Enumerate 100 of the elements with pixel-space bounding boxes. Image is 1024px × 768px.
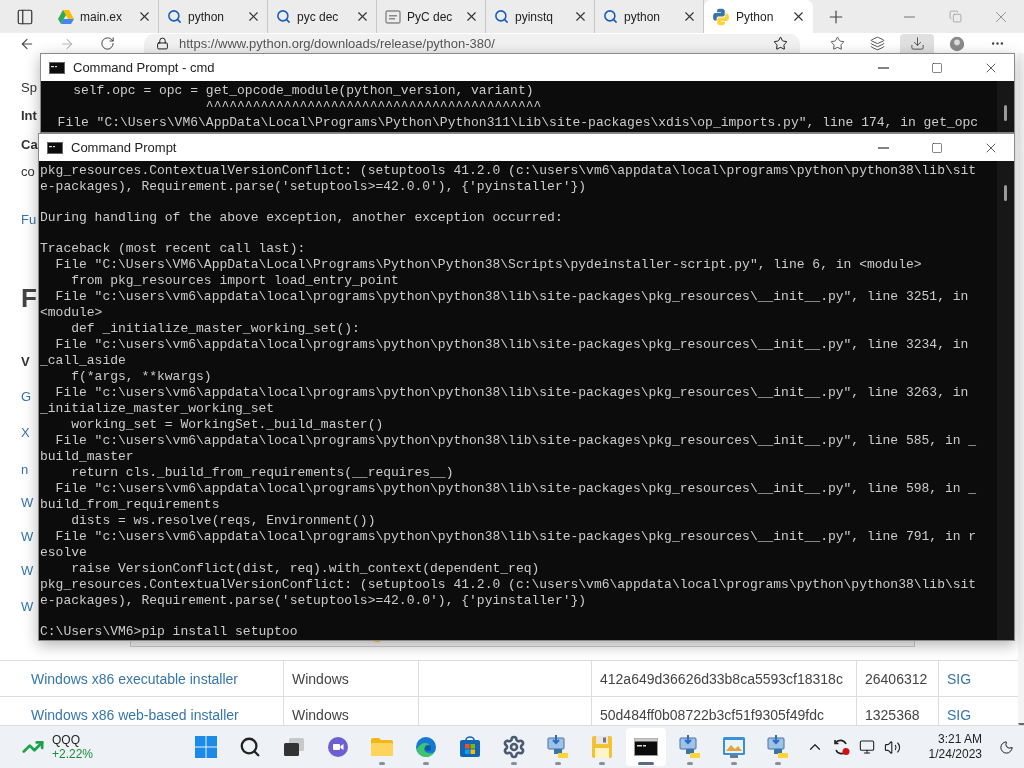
close-icon[interactable]: [464, 9, 479, 24]
star-icon: [829, 36, 845, 51]
page-text: Int: [21, 107, 37, 125]
console-line: raise VersionConflict(dist, req).with_context(dependent_req): [70, 561, 541, 577]
console-line: build_master: [40, 449, 135, 465]
console-line: File "c:\users\vm6\appdata\local\programs\python\python38\lib\site-packages\pkg_resources\__init__.py", line 585, in _: [54, 433, 978, 449]
console-line: pkg_resources.ContextualVersionConflict: (setuptools 41.2.0 (c:\users\vm6\appdata\local\programs\python\python38\lib\sit: [40, 577, 978, 593]
window-title: Command Prompt - cmd: [73, 60, 216, 75]
console-line: build_from_requirements: [40, 497, 221, 513]
taskbar-button[interactable]: [626, 728, 666, 766]
store-icon: [459, 736, 481, 758]
document-icon: [385, 8, 401, 25]
console-line: ^^^^^^^^^^^^^^^^^^^^^^^^^^^^^^^^^^^^^^^^^^^: [204, 99, 543, 115]
console-line: _call_aside: [40, 353, 127, 369]
search-icon: [494, 9, 509, 24]
console-line: from pkg_resources import load_entry_point: [70, 273, 400, 289]
link[interactable]: X: [21, 423, 30, 443]
address-bar[interactable]: https://www.python.org/downloads/release/python-380/: [144, 34, 800, 53]
heading: F: [21, 282, 37, 315]
download-link[interactable]: Windows x86 executable installer: [0, 661, 283, 696]
console-line: return cls._build_from_requirements(__requires__): [70, 465, 455, 481]
console-line: File "c:\users\vm6\appdata\local\programs\python\python38\lib\site-packages\pkg_resources\__init__.py", line 598, in _: [54, 481, 978, 497]
restore-icon: [948, 10, 962, 23]
task-view-icon: [283, 737, 305, 757]
stock-change: +2.22%: [52, 747, 94, 761]
console-line: e-packages), Requirement.parse('setuptools>=42.0.0'), {'pyinstaller'}): [40, 179, 588, 195]
table-cell: Windows: [283, 661, 418, 696]
console-line: pkg_resources.ContextualVersionConflict: (setuptools 41.2.0 (c:\users\vm6\appdata\local\programs\python\python38\lib\sit: [40, 163, 978, 179]
link[interactable]: W: [21, 561, 34, 581]
panel-icon: [16, 7, 34, 26]
terminal-icon: [49, 61, 65, 74]
search-icon: [167, 9, 182, 24]
installer-icon: [546, 735, 570, 759]
link[interactable]: Fu: [21, 210, 37, 230]
console-line: <module>: [40, 305, 104, 321]
window-title: Command Prompt: [71, 140, 178, 155]
console-line: dists = ws.resolve(reqs, Environment()): [70, 513, 377, 529]
download-link[interactable]: Windows x86 web-based installer: [0, 697, 283, 725]
collections-icon: [869, 36, 885, 51]
sync-icon: [831, 738, 850, 756]
table-cell: 26406312: [856, 661, 938, 696]
downloads-button[interactable]: [900, 34, 934, 53]
close-icon[interactable]: [682, 9, 697, 24]
search-icon: [239, 736, 261, 758]
search-icon: [276, 9, 291, 24]
console-line: Traceback (most recent call last):: [40, 241, 307, 257]
scrollbar[interactable]: [997, 161, 1014, 640]
page-text: Ca: [21, 136, 38, 154]
drive-icon: [58, 9, 74, 24]
windows-logo-icon: [195, 736, 217, 758]
video-chat-icon: [327, 736, 349, 758]
scrollbar[interactable]: [997, 81, 1014, 132]
minimize-icon: [903, 15, 915, 18]
page-text: co: [21, 163, 35, 181]
console-line: _initialize_master_working_set: [40, 401, 276, 417]
gear-icon: [502, 735, 526, 759]
installer-icon: [766, 735, 790, 759]
console-line: File "c:\users\vm6\appdata\local\programs\python\python38\lib\site-packages\pkg_resources\__init__.py", line 3234, in: [54, 337, 970, 353]
link[interactable]: G: [21, 387, 32, 407]
chart-window-icon: [722, 736, 746, 758]
lock-icon: [156, 37, 169, 50]
terminal-icon: [47, 141, 63, 154]
console-line: esolve: [40, 545, 88, 561]
close-icon[interactable]: [573, 9, 588, 24]
avatar-icon: [949, 35, 965, 52]
console-line: f(*args, **kwargs): [70, 369, 213, 385]
refresh-icon: [99, 36, 115, 51]
favorite-icon[interactable]: [773, 36, 788, 51]
maximize-icon: [931, 61, 943, 74]
download-icon: [909, 36, 925, 51]
link[interactable]: n: [21, 460, 29, 480]
clock[interactable]: 3:21 AM 1/24/2023: [928, 732, 982, 762]
console-line: C:\Users\VM6>pip install setuptoo: [40, 624, 299, 640]
page-text: Sp: [21, 79, 37, 97]
minimize-icon: [877, 66, 889, 69]
minimize-icon: [877, 146, 889, 149]
link[interactable]: W: [21, 527, 34, 547]
monitor-icon: [858, 739, 875, 755]
console-line: self.opc = opc = get_opcode_module(python_version, variant): [72, 83, 535, 99]
close-icon[interactable]: [355, 9, 370, 24]
close-icon[interactable]: [137, 9, 152, 24]
link[interactable]: W: [21, 493, 34, 513]
table-cell: 412a649d36626d33b8ca5593cf18318c: [591, 661, 856, 696]
console-line: def _initialize_master_working_set():: [70, 321, 361, 337]
close-icon[interactable]: [791, 9, 806, 24]
folder-icon: [370, 737, 394, 757]
console-line: File "c:\users\vm6\appdata\local\programs\python\python38\lib\site-packages\pkg_resources\__init__.py", line 3263, in: [54, 385, 970, 401]
stock-symbol: QQQ: [52, 733, 81, 747]
browser-tab[interactable]: Python: [704, 0, 813, 33]
scrollbar[interactable]: [1018, 53, 1024, 725]
close-icon[interactable]: [246, 9, 261, 24]
page-text: V: [21, 353, 30, 371]
moon-icon: [998, 739, 1014, 755]
console-line: e-packages), Requirement.parse('setuptools>=42.0.0'), {'pyinstaller'}): [40, 593, 588, 609]
console-line: working_set = WorkingSet._build_master(): [70, 417, 385, 433]
link[interactable]: W: [21, 597, 34, 617]
console-line: File "C:\Users\VM6\AppData\Local\Programs\Python\Python311\Lib\site-packages\xdis\op_imports.py", line 174, in get_opc: [56, 115, 980, 131]
search-icon: [603, 9, 618, 24]
terminal-icon: [634, 738, 658, 756]
installer-icon: [678, 735, 702, 759]
